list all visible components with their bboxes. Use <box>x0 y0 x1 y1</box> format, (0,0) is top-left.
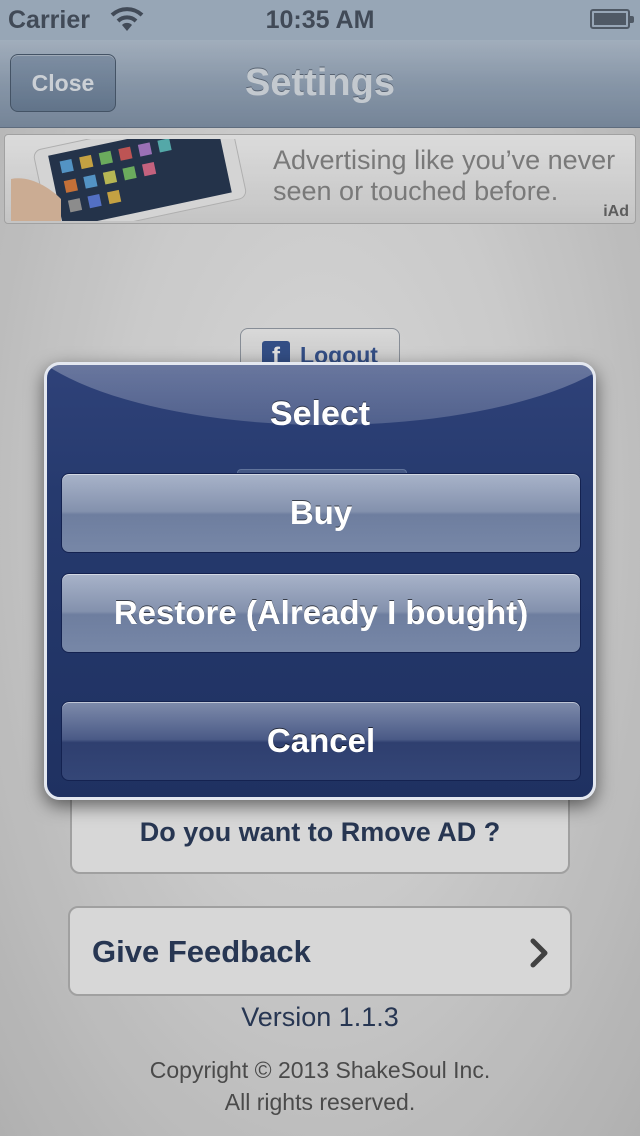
cancel-button[interactable]: Cancel <box>61 701 581 781</box>
restore-button[interactable]: Restore (Already I bought) <box>61 573 581 653</box>
buy-button[interactable]: Buy <box>61 473 581 553</box>
alert-title: Select <box>269 395 371 433</box>
select-alert: Select Buy Restore (Already I bought) Ca… <box>44 362 596 800</box>
